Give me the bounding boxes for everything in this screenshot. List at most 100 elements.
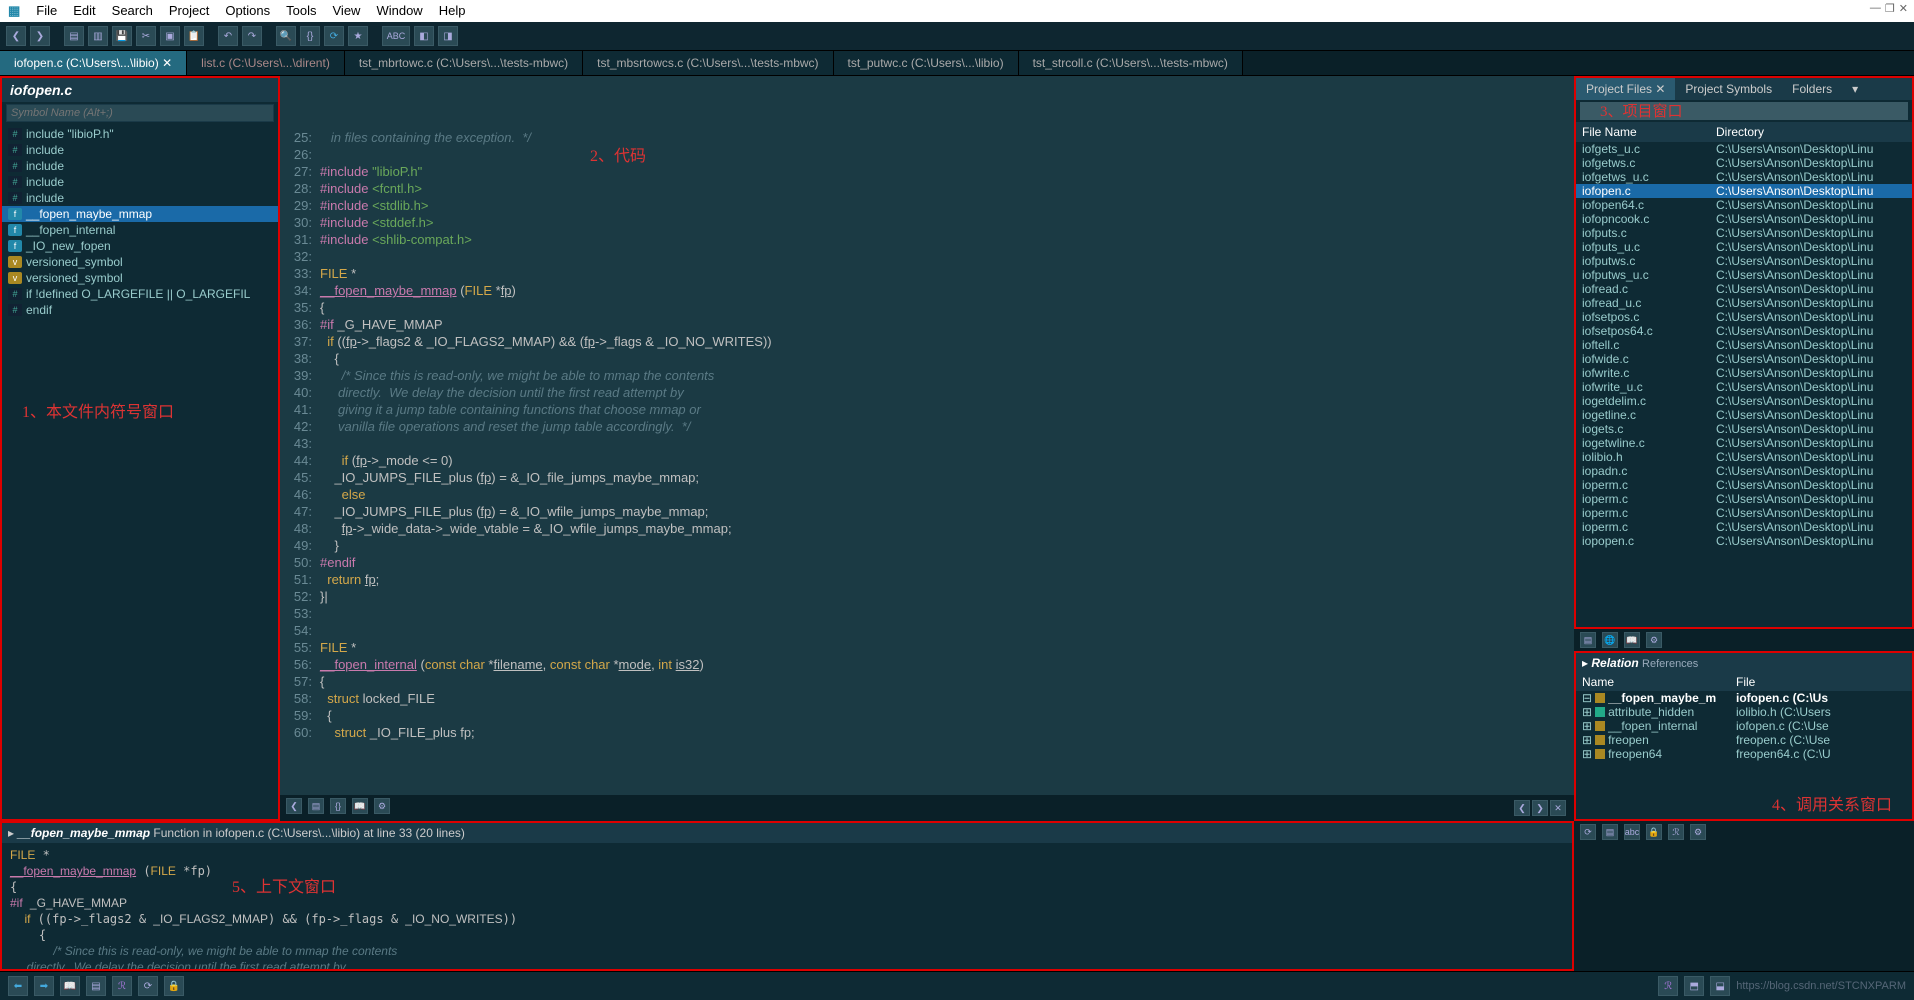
code-line[interactable]: 31:#include <shlib-compat.h> [280,231,1574,248]
code-line[interactable]: 34:__fopen_maybe_mmap (FILE *fp) [280,282,1574,299]
close-icon[interactable]: ✕ [1899,2,1908,15]
close-tab-icon[interactable]: ✕ [1550,800,1566,816]
mini-icon[interactable]: ⚙ [374,798,390,814]
code-line[interactable]: 35:{ [280,299,1574,316]
code-line[interactable]: 59: { [280,707,1574,724]
project-file-row[interactable]: iogets.cC:\Users\Anson\Desktop\Linu [1576,422,1912,436]
copy-icon[interactable]: ▣ [160,26,180,46]
menu-view[interactable]: View [333,3,361,19]
toolbar-button[interactable]: ❯ [30,26,50,46]
symbol-item[interactable]: #include [2,174,278,190]
project-file-row[interactable]: iofopen.cC:\Users\Anson\Desktop\Linu [1576,184,1912,198]
relation-row[interactable]: ⊞attribute_hiddeniolibio.h (C:\Users [1576,705,1912,719]
menu-tools[interactable]: Tools [286,3,316,19]
code-line[interactable]: 36:#if _G_HAVE_MMAP [280,316,1574,333]
save-icon[interactable]: 💾 [112,26,132,46]
code-line[interactable]: 28:#include <fcntl.h> [280,180,1574,197]
mini-icon[interactable]: ⟳ [1580,824,1596,840]
project-file-row[interactable]: iogetline.cC:\Users\Anson\Desktop\Linu [1576,408,1912,422]
relation-row[interactable]: ⊞freopenfreopen.c (C:\Use [1576,733,1912,747]
paste-icon[interactable]: 📋 [184,26,204,46]
symbol-item[interactable]: #include [2,190,278,206]
editor-tab[interactable]: tst_mbrtowc.c (C:\Users\...\tests-mbwc) [345,51,583,75]
expand-icon[interactable]: ⊞ [1582,719,1592,733]
status-icon[interactable]: ▤ [86,976,106,996]
code-line[interactable]: 30:#include <stddef.h> [280,214,1574,231]
mini-icon[interactable]: abc [1624,824,1640,840]
mini-icon[interactable]: ⚙ [1646,632,1662,648]
code-line[interactable]: 55:FILE * [280,639,1574,656]
mini-icon[interactable]: ▤ [1602,824,1618,840]
menu-search[interactable]: Search [112,3,153,19]
redo-icon[interactable]: ↷ [242,26,262,46]
project-file-row[interactable]: iofwrite.cC:\Users\Anson\Desktop\Linu [1576,366,1912,380]
close-icon[interactable]: ✕ [162,56,172,70]
project-file-row[interactable]: ioperm.cC:\Users\Anson\Desktop\Linu [1576,492,1912,506]
project-file-row[interactable]: iofread_u.cC:\Users\Anson\Desktop\Linu [1576,296,1912,310]
symbol-item[interactable]: f__fopen_maybe_mmap [2,206,278,222]
menu-project[interactable]: Project [169,3,209,19]
code-line[interactable]: 58: struct locked_FILE [280,690,1574,707]
code-line[interactable]: 53: [280,605,1574,622]
code-line[interactable]: 51: return fp; [280,571,1574,588]
status-icon[interactable]: ⬒ [1684,976,1704,996]
symbol-item[interactable]: f_IO_new_fopen [2,238,278,254]
col-directory[interactable]: Directory [1716,125,1912,139]
abc-icon[interactable]: ABC [382,26,410,46]
tag-icon[interactable]: ◨ [438,26,458,46]
project-file-row[interactable]: iofputs_u.cC:\Users\Anson\Desktop\Linu [1576,240,1912,254]
editor-tab[interactable]: tst_mbsrtowcs.c (C:\Users\...\tests-mbwc… [583,51,833,75]
symbol-item[interactable]: #include "libioP.h" [2,126,278,142]
project-file-row[interactable]: iofsetpos.cC:\Users\Anson\Desktop\Linu [1576,310,1912,324]
symbol-item[interactable]: f__fopen_internal [2,222,278,238]
code-line[interactable]: 47: _IO_JUMPS_FILE_plus (fp) = &_IO_wfil… [280,503,1574,520]
project-file-row[interactable]: iogetdelim.cC:\Users\Anson\Desktop\Linu [1576,394,1912,408]
editor-tab[interactable]: iofopen.c (C:\Users\...\libio) ✕ [0,51,187,75]
code-line[interactable]: 60: struct _IO_FILE_plus fp; [280,724,1574,741]
code-line[interactable]: 43: [280,435,1574,452]
mini-icon[interactable]: ❮ [286,798,302,814]
code-line[interactable]: 41: giving it a jump table containing fu… [280,401,1574,418]
code-line[interactable]: 48: fp->_wide_data->_wide_vtable = &_IO_… [280,520,1574,537]
code-line[interactable]: 39: /* Since this is read-only, we might… [280,367,1574,384]
code-line[interactable]: 49: } [280,537,1574,554]
relation-row[interactable]: ⊞__fopen_internaliofopen.c (C:\Use [1576,719,1912,733]
refs-icon[interactable]: {} [300,26,320,46]
mini-icon[interactable]: ℛ [1668,824,1684,840]
code-line[interactable]: 56:__fopen_internal (const char *filenam… [280,656,1574,673]
status-icon[interactable]: 📖 [60,976,80,996]
menu-file[interactable]: File [36,3,57,19]
code-line[interactable]: 44: if (fp->_mode <= 0) [280,452,1574,469]
relation-row[interactable]: ⊞freopen64freopen64.c (C:\U [1576,747,1912,761]
editor-tab[interactable]: tst_putwc.c (C:\Users\...\libio) [834,51,1019,75]
project-file-row[interactable]: iofputs.cC:\Users\Anson\Desktop\Linu [1576,226,1912,240]
project-file-row[interactable]: iofsetpos64.cC:\Users\Anson\Desktop\Linu [1576,324,1912,338]
scroll-right-icon[interactable]: ❯ [1532,800,1548,816]
tag-icon[interactable]: ◧ [414,26,434,46]
expand-icon[interactable]: ⊟ [1582,691,1592,705]
project-file-row[interactable]: iofread.cC:\Users\Anson\Desktop\Linu [1576,282,1912,296]
refresh-icon[interactable]: ⟳ [324,26,344,46]
menu-edit[interactable]: Edit [73,3,95,19]
code-line[interactable]: 42: vanilla file operations and reset th… [280,418,1574,435]
project-file-row[interactable]: iofwrite_u.cC:\Users\Anson\Desktop\Linu [1576,380,1912,394]
editor-tab[interactable]: list.c (C:\Users\...\dirent) [187,51,345,75]
mini-icon[interactable]: 🌐 [1602,632,1618,648]
project-file-row[interactable]: iofgetws.cC:\Users\Anson\Desktop\Linu [1576,156,1912,170]
relation-row[interactable]: ⊟__fopen_maybe_miofopen.c (C:\Us [1576,691,1912,705]
project-file-row[interactable]: iofgets_u.cC:\Users\Anson\Desktop\Linu [1576,142,1912,156]
undo-icon[interactable]: ↶ [218,26,238,46]
col-file[interactable]: File [1736,675,1755,689]
code-line[interactable]: 45: _IO_JUMPS_FILE_plus (fp) = &_IO_file… [280,469,1574,486]
code-line[interactable]: 46: else [280,486,1574,503]
mini-icon[interactable]: 🔒 [1646,824,1662,840]
menu-help[interactable]: Help [439,3,466,19]
project-file-row[interactable]: iofopncook.cC:\Users\Anson\Desktop\Linu [1576,212,1912,226]
menu-options[interactable]: Options [225,3,270,19]
code-line[interactable]: 50:#endif [280,554,1574,571]
project-file-row[interactable]: iofwide.cC:\Users\Anson\Desktop\Linu [1576,352,1912,366]
project-file-row[interactable]: iogetwline.cC:\Users\Anson\Desktop\Linu [1576,436,1912,450]
bookmark-icon[interactable]: ★ [348,26,368,46]
project-tab[interactable]: Project Symbols [1675,78,1782,100]
symbol-item[interactable]: #endif [2,302,278,318]
